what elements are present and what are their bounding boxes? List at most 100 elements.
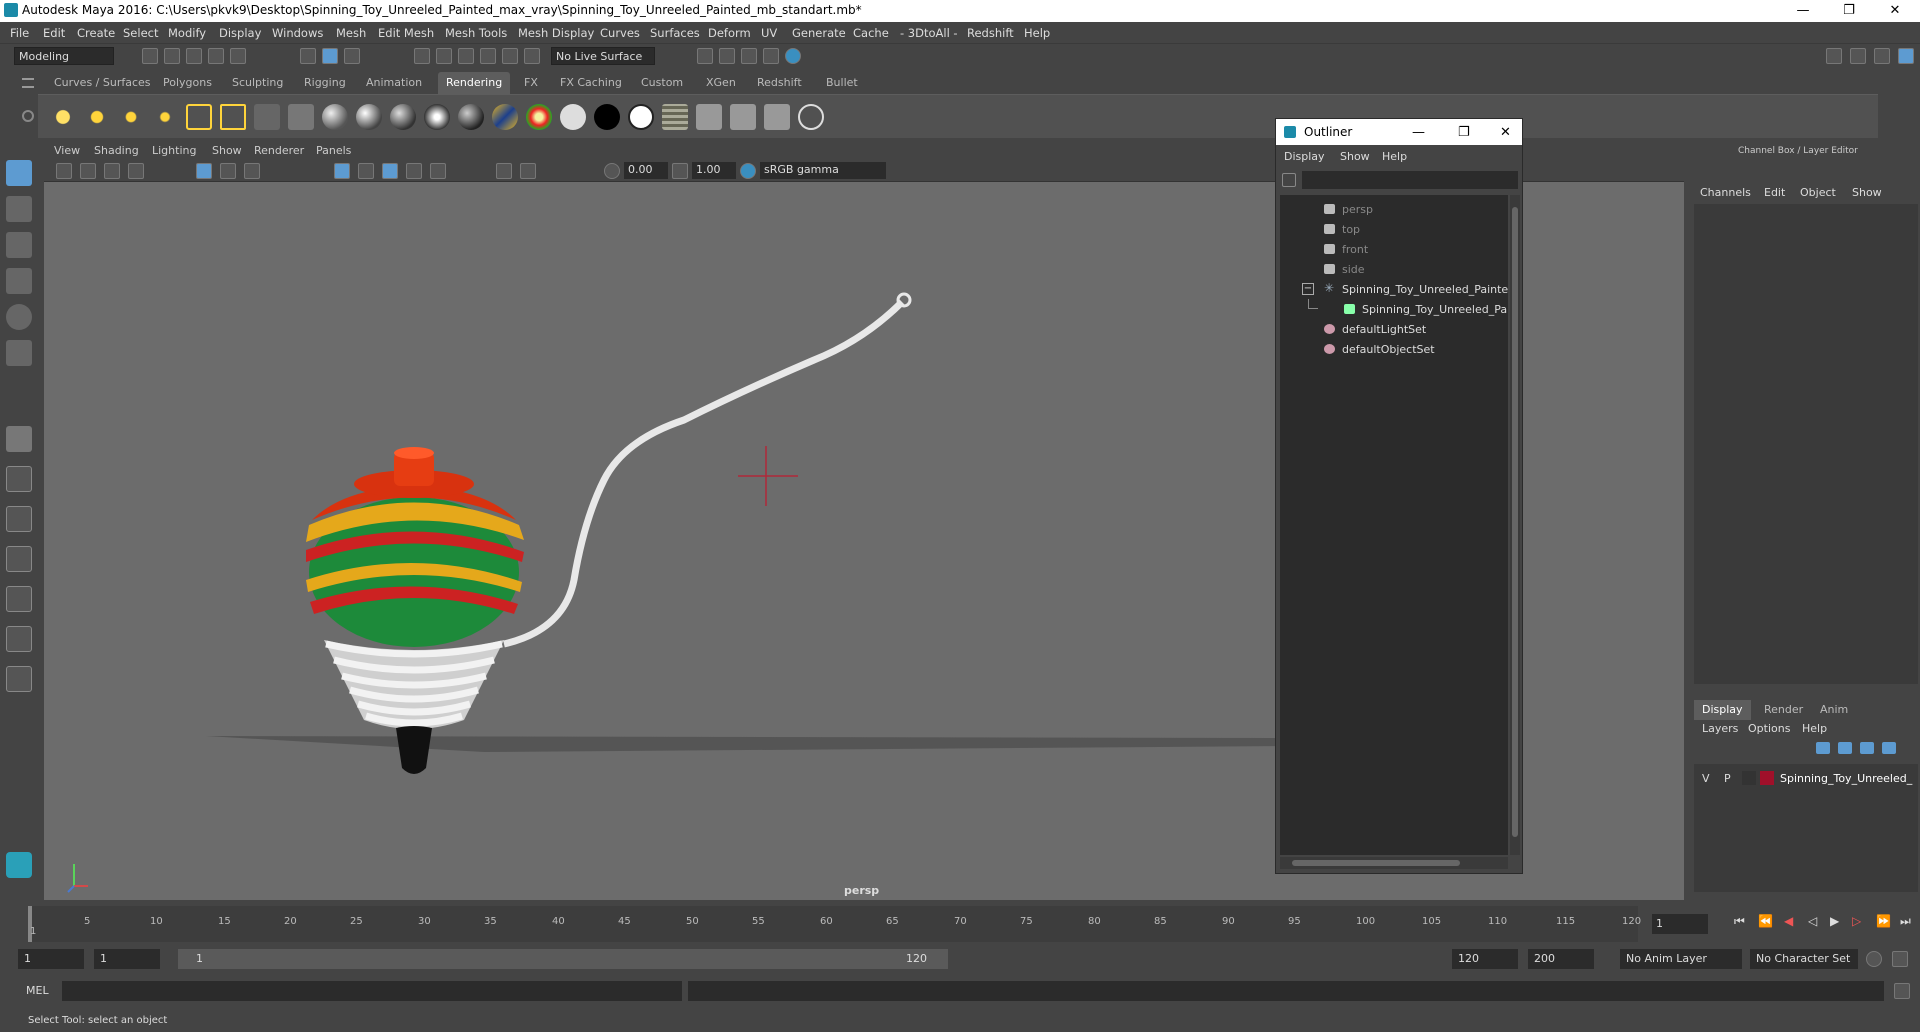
paint-select-tool-icon[interactable] [6,232,32,258]
phonge-material-icon[interactable] [424,104,450,130]
outliner-item-front[interactable]: front [1280,239,1508,259]
mode-dropdown[interactable]: Modeling [14,47,114,65]
step-back-key-button[interactable]: ⏪ [1758,914,1773,928]
color-space-dropdown[interactable]: sRGB gamma [760,162,886,179]
viewport-menu-show[interactable]: Show [212,144,242,157]
layer-tab-display[interactable]: Display [1694,700,1751,720]
phong-material-icon[interactable] [390,104,416,130]
snap-curve-icon[interactable] [436,48,452,64]
outliner-item-group[interactable]: − ✳ Spinning_Toy_Unreeled_Painted_ [1280,279,1508,299]
point-light-icon[interactable] [118,104,144,130]
menu-curves[interactable]: Curves [600,26,640,40]
step-forward-key-button[interactable]: ⏩ [1876,914,1891,928]
layout-two-panel-icon[interactable] [6,506,32,532]
outliner-vertical-scrollbar[interactable] [1510,195,1520,855]
viewport-menu-lighting[interactable]: Lighting [152,144,196,157]
outliner-item-top[interactable]: top [1280,219,1508,239]
menu-edit-mesh[interactable]: Edit Mesh [378,26,434,40]
ipr-icon[interactable] [730,104,756,130]
menu-display[interactable]: Display [219,26,261,40]
play-forwards-button[interactable]: ▶ [1830,914,1839,928]
current-frame-field[interactable]: 1 [1652,914,1708,934]
restore-button[interactable]: ❐ [1826,0,1872,22]
channel-menu-show[interactable]: Show [1852,186,1882,199]
time-slider[interactable]: 1 5 10 15 20 25 30 35 40 45 50 55 60 65 … [28,906,1641,942]
render-sequence-icon[interactable] [764,104,790,130]
new-scene-icon[interactable] [142,48,158,64]
outliner-minimize-button[interactable]: — [1412,125,1425,140]
layer-menu-help[interactable]: Help [1802,722,1827,735]
scale-tool-icon[interactable] [6,340,32,366]
select-by-object-icon[interactable] [322,48,338,64]
smooth-shade-icon[interactable] [358,163,374,179]
tab-rendering[interactable]: Rendering [438,72,511,94]
camera-aim-icon[interactable] [288,104,314,130]
menu-modify[interactable]: Modify [168,26,206,40]
outliner-filter-icon[interactable] [1282,173,1296,187]
render-settings-icon[interactable] [763,48,779,64]
tab-fx[interactable]: FX [516,72,546,94]
lighting-icon[interactable] [406,163,422,179]
exposure-icon[interactable] [604,163,620,179]
layer-menu-layers[interactable]: Layers [1702,722,1738,735]
layered-shader-icon[interactable] [492,104,518,130]
character-set-dropdown[interactable]: No Character Set [1750,949,1858,969]
outliner-menu-help[interactable]: Help [1382,150,1407,163]
film-gate-icon[interactable] [220,163,236,179]
color-management-icon[interactable] [740,163,756,179]
menu-deform[interactable]: Deform [708,26,751,40]
area-light-icon[interactable] [186,104,212,130]
play-backwards-button[interactable]: ◁ [1808,914,1817,928]
script-editor-icon[interactable] [1894,983,1910,999]
outliner-menu-display[interactable]: Display [1284,150,1325,163]
layout-hypershade-icon[interactable] [6,626,32,652]
ambient-light-icon[interactable] [50,104,76,130]
blinn-material-icon[interactable] [356,104,382,130]
undo-icon[interactable] [208,48,224,64]
viewport-menu-shading[interactable]: Shading [94,144,139,157]
hypershade-icon[interactable] [785,48,801,64]
spinning-top-model[interactable] [306,447,524,774]
shelf-menu-icon[interactable] [22,78,34,88]
workspace-icon[interactable] [1826,48,1842,64]
select-tool-icon[interactable] [6,160,32,186]
live-surface-field[interactable]: No Live Surface [551,47,655,65]
menu-select[interactable]: Select [123,26,158,40]
snap-view-icon[interactable] [480,48,496,64]
collapse-toggle-icon[interactable]: − [1302,283,1314,295]
layer-menu-options[interactable]: Options [1748,722,1790,735]
gamma-field[interactable]: 1.00 [692,162,736,179]
step-forward-frame-button[interactable]: ▷ [1852,914,1861,928]
attribute-editor-icon[interactable] [1850,48,1866,64]
tab-animation[interactable]: Animation [358,72,430,94]
playback-end-field[interactable]: 120 [1452,949,1518,969]
outliner-title-bar[interactable]: Outliner — ❐ ✕ [1276,119,1522,145]
menu-generate[interactable]: Generate [792,26,846,40]
range-slider[interactable]: 1 120 [178,949,948,969]
layer-move-up-icon[interactable] [1860,742,1874,754]
directional-light-icon[interactable] [84,104,110,130]
tab-polygons[interactable]: Polygons [155,72,220,94]
isolate-select-icon[interactable] [496,163,512,179]
layer-tab-render[interactable]: Render [1756,700,1811,720]
grid-toggle-icon[interactable] [196,163,212,179]
shadows-icon[interactable] [430,163,446,179]
layer-playback-toggle[interactable]: P [1724,772,1731,785]
exposure-field[interactable]: 0.00 [624,162,668,179]
tab-sculpting[interactable]: Sculpting [224,72,291,94]
channel-menu-channels[interactable]: Channels [1700,186,1751,199]
go-to-start-button[interactable]: ⏮ [1734,914,1745,929]
channel-box-toggle-icon[interactable] [1898,48,1914,64]
tab-xgen[interactable]: XGen [698,72,744,94]
snap-grid-icon[interactable] [414,48,430,64]
menu-redshift[interactable]: Redshift [967,26,1014,40]
step-back-frame-button[interactable]: ◀ [1784,914,1793,928]
maya-home-icon[interactable] [6,852,32,878]
outliner-search-input[interactable] [1302,171,1518,189]
outliner-menu-show[interactable]: Show [1340,150,1370,163]
xray-icon[interactable] [520,163,536,179]
tab-curves-surfaces[interactable]: Curves / Surfaces [46,72,159,94]
menu-file[interactable]: File [10,26,29,40]
layer-tab-anim[interactable]: Anim [1812,700,1856,720]
snap-surface-icon[interactable] [502,48,518,64]
